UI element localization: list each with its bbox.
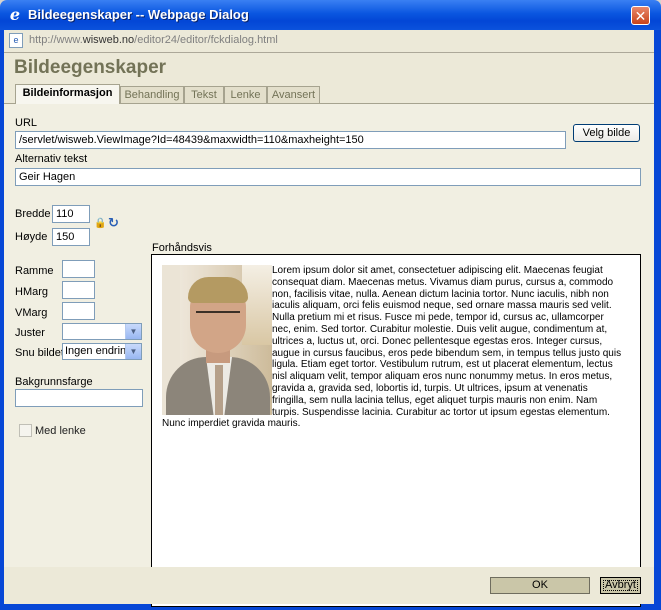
bgcolor-input[interactable] (15, 389, 143, 407)
vspace-label: VMarg (15, 307, 48, 319)
url-label: URL (15, 117, 38, 129)
ok-button[interactable]: OK (490, 577, 590, 594)
address-url: http://www.wisweb.no/editor24/editor/fck… (29, 34, 278, 46)
tab-lenke[interactable]: Lenke (224, 86, 267, 103)
alt-text-label: Alternativ tekst (15, 153, 88, 165)
hspace-label: HMarg (15, 286, 49, 298)
lock-icon[interactable]: 🔒 (94, 218, 106, 229)
tab-behandling[interactable]: Behandling (120, 86, 184, 103)
tab-bildeinformasjon[interactable]: Bildeinformasjon (15, 84, 120, 104)
address-bar: e http://www.wisweb.no/editor24/editor/f… (4, 30, 654, 53)
reset-size-icon[interactable]: ↻ (108, 215, 119, 231)
chevron-down-icon: ▼ (125, 344, 141, 359)
wrap-select[interactable]: Ingen endring ▼ (62, 343, 142, 360)
border-label: Ramme (15, 265, 54, 277)
alt-text-input[interactable]: Geir Hagen (15, 168, 641, 186)
width-label: Bredde (15, 208, 51, 220)
with-link-label: Med lenke (35, 425, 86, 437)
window-title: Bildeegenskaper -- Webpage Dialog (28, 7, 249, 22)
height-input[interactable]: 150 (52, 228, 90, 246)
preview-pane: Lorem ipsum dolor sit amet, consectetuer… (151, 254, 641, 607)
dialog-footer: OK Avbryt (4, 567, 654, 604)
height-label: Høyde (15, 231, 48, 243)
width-input[interactable]: 110 (52, 205, 90, 223)
wrap-label: Snu bildet (15, 347, 64, 359)
align-label: Juster (15, 327, 45, 339)
tab-panel: URL /servlet/wisweb.ViewImage?Id=48439&m… (4, 103, 654, 607)
align-select[interactable]: ▼ (62, 323, 142, 340)
preview-label: Forhåndsvis (152, 242, 212, 254)
hspace-input[interactable] (62, 281, 95, 299)
browse-image-button[interactable]: Velg bilde (573, 124, 640, 142)
preview-content: Lorem ipsum dolor sit amet, consectetuer… (162, 265, 622, 430)
dialog: Bildeegenskaper Bildeinformasjon Behandl… (4, 53, 654, 607)
tab-tekst[interactable]: Tekst (184, 86, 224, 103)
vspace-input[interactable] (62, 302, 95, 320)
with-link-checkbox[interactable] (19, 424, 32, 437)
chevron-down-icon: ▼ (125, 324, 141, 339)
border-input[interactable] (62, 260, 95, 278)
dialog-title: Bildeegenskaper (14, 57, 167, 78)
preview-image (162, 265, 272, 415)
close-button[interactable]: ✕ (631, 6, 650, 25)
tab-avansert[interactable]: Avansert (267, 86, 320, 103)
bgcolor-label: Bakgrunnsfarge (15, 376, 93, 388)
cancel-button[interactable]: Avbryt (600, 577, 641, 594)
title-bar: e Bildeegenskaper -- Webpage Dialog ✕ (0, 0, 661, 30)
page-icon: e (9, 33, 23, 48)
url-input[interactable]: /servlet/wisweb.ViewImage?Id=48439&maxwi… (15, 131, 566, 149)
ie-icon: e (9, 5, 21, 24)
window-frame-right (654, 30, 661, 610)
